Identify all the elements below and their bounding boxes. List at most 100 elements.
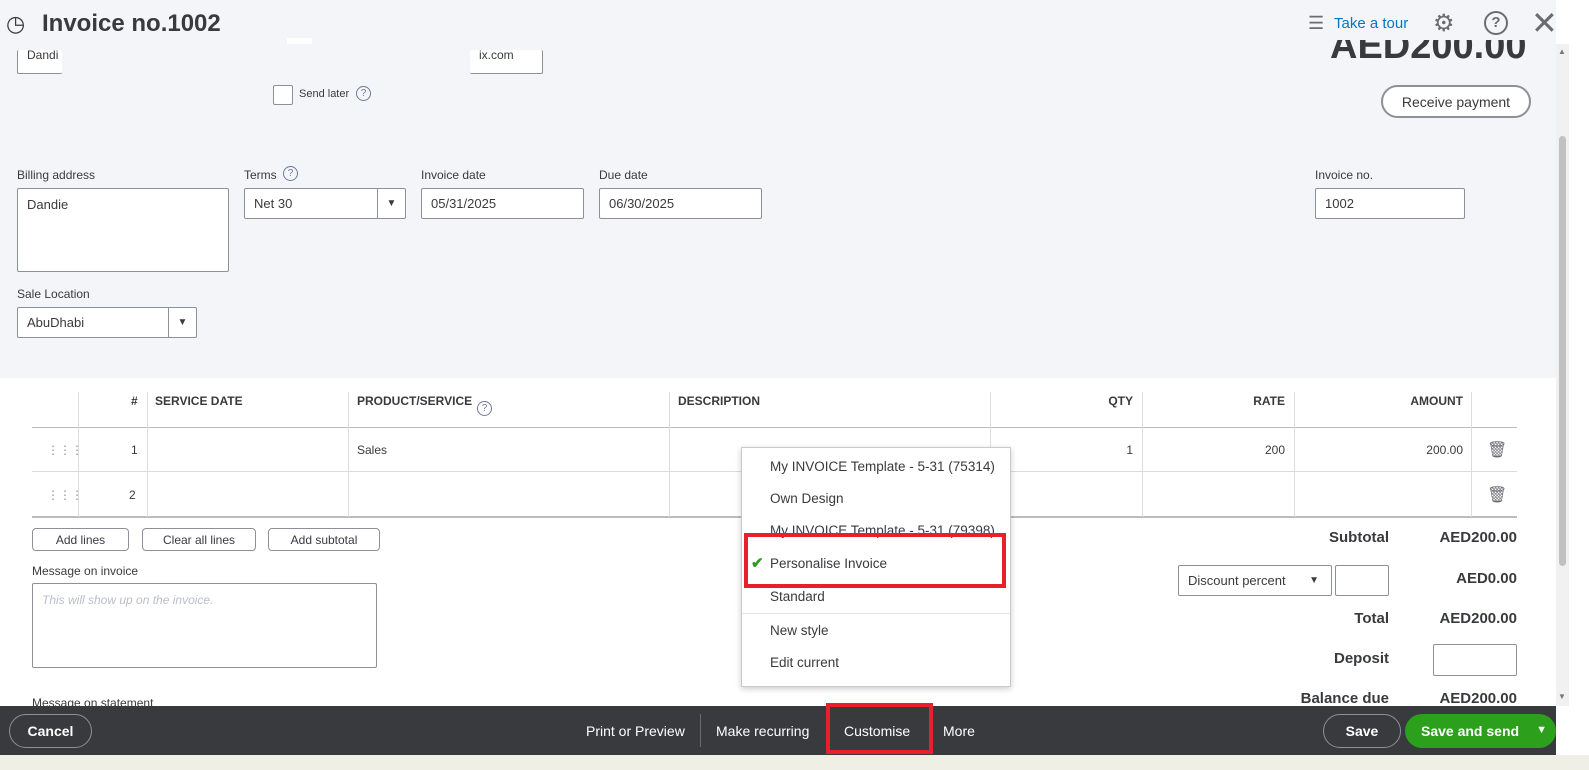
invoice-date-value: 05/31/2025: [431, 196, 497, 211]
help-icon[interactable]: ?: [356, 86, 371, 101]
save-button[interactable]: Save: [1323, 714, 1401, 748]
discount-value: AED0.00: [1456, 570, 1517, 587]
row-num: 2: [129, 488, 136, 502]
sale-location-select[interactable]: AbuDhabi ▼: [17, 307, 197, 338]
highlight-box: [744, 533, 1006, 588]
invoice-date-label: Invoice date: [421, 168, 486, 182]
terms-select[interactable]: Net 30 ▼: [244, 188, 406, 219]
message-invoice-textarea[interactable]: This will show up on the invoice.: [32, 583, 377, 668]
page-title: Invoice no.1002: [42, 10, 221, 37]
menu-item-template-75314[interactable]: My INVOICE Template - 5-31 (75314): [770, 459, 995, 474]
add-lines-button[interactable]: Add lines: [32, 528, 129, 551]
trash-icon[interactable]: 🗑: [1487, 440, 1507, 460]
help-icon[interactable]: ?: [477, 401, 492, 416]
print-preview-button[interactable]: Print or Preview: [586, 706, 685, 755]
col-header-num: #: [131, 394, 138, 408]
email-field[interactable]: ix.com: [470, 50, 543, 74]
save-and-send-button[interactable]: Save and send ▼: [1405, 714, 1556, 748]
col-header-qty: QTY: [1108, 394, 1133, 408]
menu-item-edit-current[interactable]: Edit current: [770, 655, 839, 670]
invoice-no-value: 1002: [1325, 196, 1354, 211]
customer-field[interactable]: Dandi: [17, 50, 62, 74]
terms-label: Terms: [244, 168, 277, 182]
message-placeholder: This will show up on the invoice.: [42, 593, 214, 607]
help-icon[interactable]: ?: [1484, 11, 1508, 35]
menu-item-standard[interactable]: Standard: [770, 589, 825, 604]
col-divider: [1294, 392, 1295, 517]
col-header-service-date: SERVICE DATE: [155, 394, 243, 408]
col-header-description: DESCRIPTION: [678, 394, 761, 408]
help-icon[interactable]: ?: [283, 166, 298, 181]
sale-location-value: AbuDhabi: [27, 315, 85, 330]
row-rate[interactable]: 200: [1265, 443, 1285, 457]
total-label: Total: [1354, 610, 1389, 627]
deposit-label: Deposit: [1333, 650, 1389, 667]
menu-item-new-style[interactable]: New style: [770, 623, 829, 638]
menu-item-own-design[interactable]: Own Design: [770, 491, 844, 506]
amount-display-clip: AED200.00: [1330, 40, 1530, 66]
due-date-input[interactable]: 06/30/2025: [599, 188, 762, 219]
deposit-input[interactable]: [1433, 644, 1517, 676]
customise-button[interactable]: Customise: [844, 706, 910, 755]
make-recurring-button[interactable]: Make recurring: [716, 706, 809, 755]
subtotal-label: Subtotal: [1329, 529, 1389, 546]
send-later-label: Send later: [299, 88, 350, 100]
balance-amount-header: AED200.00: [1330, 40, 1527, 66]
discount-input[interactable]: [1335, 565, 1389, 596]
customer-value: Dandi: [27, 50, 59, 62]
row-qty[interactable]: 1: [1126, 443, 1133, 457]
col-header-rate: RATE: [1253, 394, 1285, 408]
row-product[interactable]: Sales: [357, 443, 387, 457]
sale-location-label: Sale Location: [17, 287, 90, 301]
chevron-down-icon: ▼: [1309, 575, 1319, 586]
cancel-button[interactable]: Cancel: [9, 714, 92, 748]
take-tour-link[interactable]: Take a tour: [1334, 15, 1408, 32]
balance-due-value: AED200.00: [1439, 690, 1517, 707]
chevron-down-icon: ▼: [377, 189, 405, 218]
billing-address-label: Billing address: [17, 168, 96, 182]
scroll-down-icon[interactable]: ▼: [1558, 692, 1566, 701]
drag-handle-icon[interactable]: ⋮⋮⋮: [47, 488, 83, 502]
save-and-send-label: Save and send: [1421, 723, 1520, 739]
chevron-down-icon: ▼: [168, 308, 196, 337]
close-icon[interactable]: ✕: [1531, 4, 1558, 42]
subtotal-value: AED200.00: [1439, 529, 1517, 546]
receive-payment-button[interactable]: Receive payment: [1381, 85, 1531, 118]
add-subtotal-button[interactable]: Add subtotal: [268, 528, 380, 551]
email-value: ix.com: [479, 50, 514, 62]
invoice-date-input[interactable]: 05/31/2025: [421, 188, 584, 219]
gear-icon[interactable]: ⚙: [1433, 9, 1455, 38]
drag-handle-icon[interactable]: ⋮⋮⋮: [47, 443, 83, 457]
more-button[interactable]: More: [943, 706, 975, 755]
invoice-no-label: Invoice no.: [1315, 168, 1374, 182]
col-header-amount: AMOUNT: [1410, 394, 1463, 408]
scrollbar-thumb[interactable]: [1559, 136, 1566, 566]
col-divider: [147, 392, 148, 517]
invoice-no-input[interactable]: 1002: [1315, 188, 1465, 219]
signpost-icon[interactable]: ☰: [1308, 13, 1324, 34]
due-date-value: 06/30/2025: [609, 196, 675, 211]
balance-due-label: Balance due: [1300, 690, 1389, 707]
redaction: [287, 38, 312, 44]
send-later-checkbox[interactable]: [273, 85, 293, 105]
footer-bar: Cancel Print or Preview Make recurring C…: [0, 703, 1556, 755]
row-num: 1: [131, 443, 138, 457]
col-divider: [669, 392, 670, 517]
discount-type-value: Discount percent: [1188, 573, 1286, 588]
discount-type-select[interactable]: Discount percent ▼: [1178, 565, 1332, 596]
clear-all-lines-button[interactable]: Clear all lines: [142, 528, 256, 551]
scrollbar[interactable]: ▲ ▼: [1556, 44, 1569, 706]
row-amount[interactable]: 200.00: [1426, 443, 1463, 457]
billing-address-value: Dandie: [27, 197, 69, 212]
bottom-strip: [0, 755, 1589, 770]
recent-history-icon[interactable]: ◷: [6, 11, 25, 37]
col-header-product: PRODUCT/SERVICE: [357, 394, 473, 408]
chevron-down-icon[interactable]: ▼: [1536, 724, 1547, 736]
trash-icon[interactable]: 🗑: [1487, 485, 1507, 505]
col-divider: [1471, 392, 1472, 517]
footer-divider: [700, 714, 701, 747]
col-divider: [1142, 392, 1143, 517]
col-divider: [348, 392, 349, 517]
scroll-up-icon[interactable]: ▲: [1558, 47, 1566, 56]
billing-address-field[interactable]: Dandie: [17, 188, 229, 272]
